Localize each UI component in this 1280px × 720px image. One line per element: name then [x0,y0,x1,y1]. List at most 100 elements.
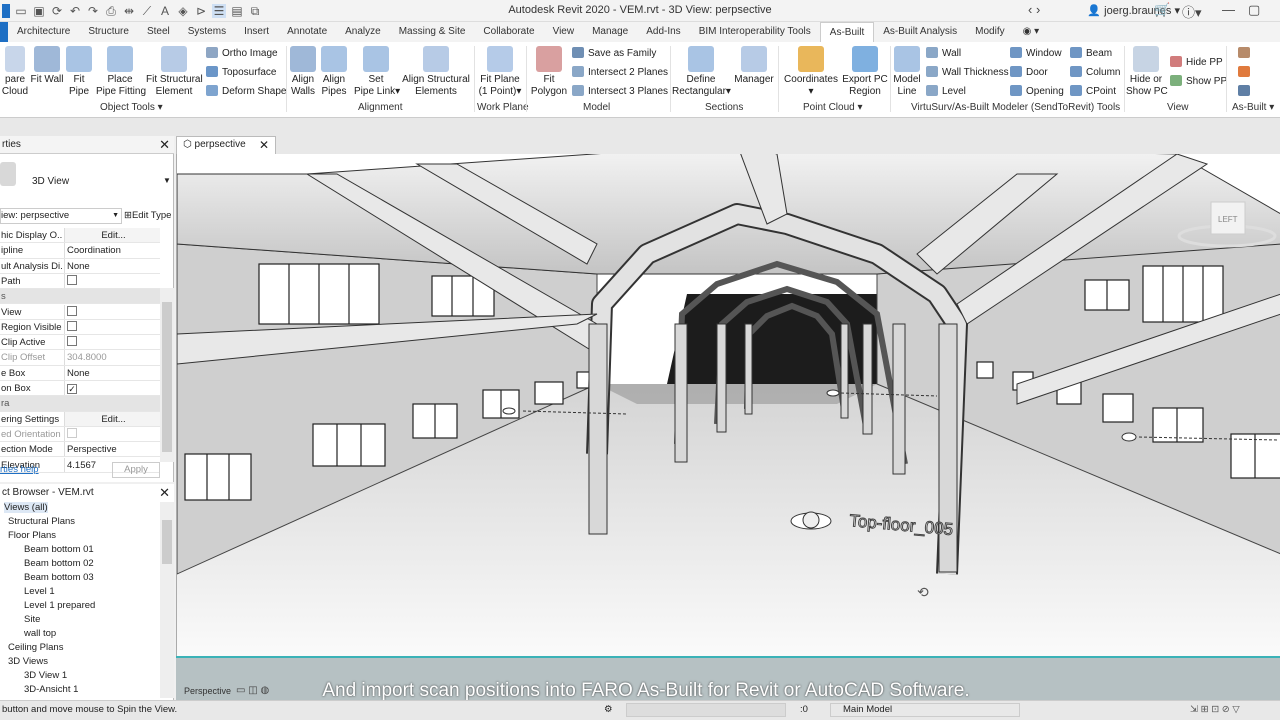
property-row[interactable]: ult Analysis Di... None [0,258,160,274]
tree-item[interactable]: Ceiling Plans [8,642,63,653]
model-selector[interactable]: Main Model [830,703,1020,717]
manager-button[interactable]: Manager [734,46,774,86]
3d-viewport[interactable]: Top-floor_005 LEFT ⟲ [176,154,1280,656]
property-value[interactable]: None [64,258,160,273]
tab-extra-icon[interactable]: ◉ ▾ [1014,22,1049,42]
property-row[interactable]: ering Settings Edit... [0,411,160,427]
cpoint-button[interactable]: CPoint [1070,85,1116,98]
edit-type-button[interactable]: ⊞Edit Type [124,210,171,221]
property-value[interactable] [64,319,160,335]
asbuilt-tool-1-icon[interactable] [1238,47,1254,60]
tab-manage[interactable]: Manage [583,22,637,42]
editing-icon[interactable]: :0 [800,701,808,719]
intersect-2-planes-button[interactable]: Intersect 2 Planes [572,66,668,79]
worksets-icon[interactable]: ⚙ [604,701,613,719]
properties-scrollbar[interactable] [160,288,174,462]
tree-item[interactable]: wall top [24,628,56,639]
tree-item[interactable]: Beam bottom 02 [24,558,94,569]
ortho-image-button[interactable]: Ortho Image [206,47,278,60]
property-row[interactable]: e Box None [0,365,160,381]
tab-insert[interactable]: Insert [235,22,278,42]
save-as-family-button[interactable]: Save as Family [572,47,656,60]
deform-shape-button[interactable]: Deform Shape [206,85,286,98]
tab-structure[interactable]: Structure [79,22,138,42]
tree-item[interactable]: Site [24,614,40,625]
cart-icon[interactable]: 🛒 [1154,2,1170,18]
tab-bim-interoperability-tools[interactable]: BIM Interoperability Tools [690,22,820,42]
chevron-down-icon[interactable]: ▼ [163,176,171,185]
view-instance-selector[interactable]: iew: perpsective ▼ [0,208,122,224]
tree-item[interactable]: Floor Plans [8,530,56,541]
maximize-icon[interactable]: ▢ [1248,2,1260,18]
tree-item[interactable]: 3D Views [8,656,48,667]
checkbox[interactable] [67,320,77,331]
tab-analyze[interactable]: Analyze [336,22,390,42]
align-structural-elements-button[interactable]: Align Structural Elements [402,46,470,98]
tree-item[interactable]: Beam bottom 03 [24,572,94,583]
property-row[interactable]: Clip Active [0,335,160,351]
fit-wall-button[interactable]: Fit Wall [30,46,64,86]
coordinates-button[interactable]: Coordinates ▾ [782,46,840,98]
fit-plane-button[interactable]: Fit Plane (1 Point)▾ [478,46,522,98]
group-asbuilt[interactable]: As-Built ▾ [1232,102,1274,113]
help-icon[interactable]: ⓘ▾ [1182,2,1202,21]
checkbox[interactable] [67,305,77,316]
define-rectangular-button[interactable]: Define Rectangular▾ [672,46,731,98]
wall-thickness-button[interactable]: Wall Thickness [926,66,1009,79]
hide-or-show-pc-button[interactable]: Hide or Show PC [1126,46,1168,98]
column-button[interactable]: Column [1070,66,1120,79]
checkbox[interactable]: ✓ [67,384,77,394]
asbuilt-tool-3-icon[interactable] [1238,85,1254,98]
property-row[interactable]: on Box ✓ [0,381,160,397]
property-value[interactable]: Coordination [64,243,160,258]
level-button[interactable]: Level [926,85,966,98]
close-icon[interactable]: ✕ [259,137,269,153]
set-pipe-link-button[interactable]: Set Pipe Link▾ [354,46,400,98]
close-icon[interactable]: ✕ [159,136,170,154]
align-walls-button[interactable]: Align Walls [288,46,318,98]
window-button[interactable]: Window [1010,47,1062,60]
tree-item[interactable]: Structural Plans [8,516,75,527]
fit-structural-element-button[interactable]: Fit Structural Element [146,46,203,98]
tab-as-built[interactable]: As-Built [819,22,875,42]
hide-pp-button[interactable]: Hide PP [1170,56,1223,69]
tab-modify[interactable]: Modify [966,22,1013,42]
property-value[interactable]: None [64,365,160,380]
apply-button[interactable]: Apply [112,462,160,478]
show-pp-button[interactable]: Show PP [1170,75,1227,88]
property-row[interactable]: View [0,304,160,320]
selection-filter-icons[interactable]: ⇲ ⊞ ⊡ ⊘ ▽ [1190,701,1240,719]
fit-polygon-button[interactable]: Fit Polygon [530,46,568,98]
property-row[interactable]: Region Visible [0,319,160,336]
property-row[interactable]: Path [0,273,160,290]
tab-steel[interactable]: Steel [138,22,179,42]
property-value[interactable]: Edit... [64,228,160,243]
workset-selector[interactable] [626,703,786,717]
group-object-tools[interactable]: Object Tools ▾ [100,102,163,113]
property-value[interactable]: Edit... [64,411,160,426]
place-pipe-fitting-button[interactable]: Place Pipe Fitting [96,46,146,98]
model-line-button[interactable]: Model Line [892,46,922,98]
checkbox[interactable] [67,274,77,285]
tab-massing-site[interactable]: Massing & Site [390,22,475,42]
tab-add-ins[interactable]: Add-Ins [637,22,689,42]
asbuilt-tool-2-icon[interactable] [1238,66,1254,79]
tree-item[interactable]: Beam bottom 01 [24,544,94,555]
tree-item[interactable]: Level 1 [24,586,55,597]
tree-item[interactable]: Level 1 prepared [24,600,95,611]
tab-view[interactable]: View [544,22,584,42]
property-row[interactable]: hic Display O... Edit... [0,228,160,244]
prepare-cloud-button[interactable]: pare Cloud [0,46,30,98]
wall-button[interactable]: Wall [926,47,961,60]
group-point-cloud[interactable]: Point Cloud ▾ [803,102,863,113]
property-value[interactable]: ✓ [64,381,160,396]
minimize-icon[interactable]: — [1222,2,1235,17]
align-pipes-button[interactable]: Align Pipes [320,46,348,98]
tab-architecture[interactable]: Architecture [8,22,79,42]
type-selector[interactable]: 3D View [32,176,69,187]
tab-perpsective[interactable]: ⬡ perpsective ✕ [176,136,276,154]
property-row[interactable]: ection Mode Perspective [0,442,160,458]
tab-as-built-analysis[interactable]: As-Built Analysis [874,22,966,42]
door-button[interactable]: Door [1010,66,1048,79]
file-tab[interactable] [0,22,8,42]
